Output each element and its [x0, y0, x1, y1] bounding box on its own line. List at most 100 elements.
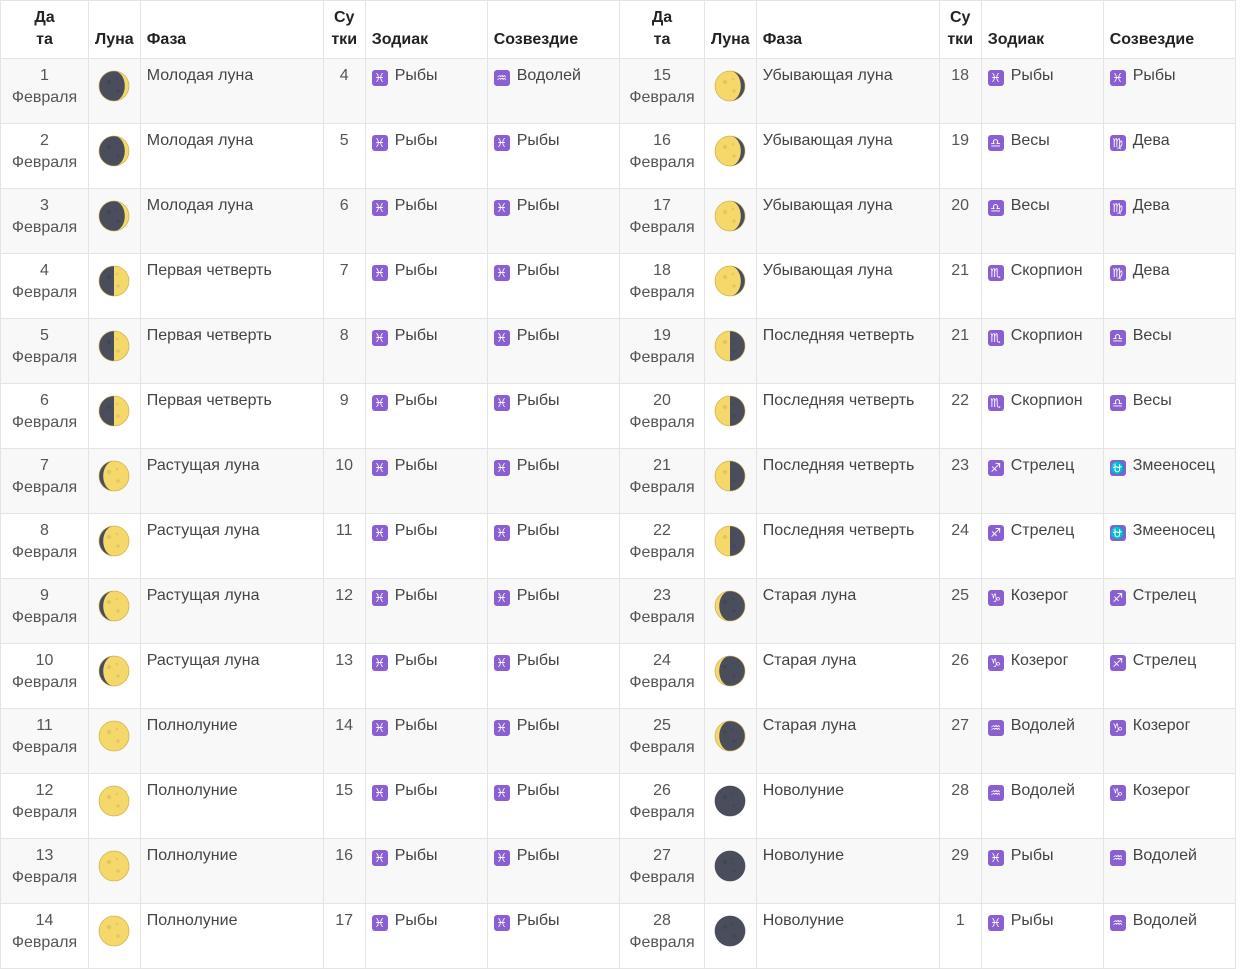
constellation-name: Водолей: [1132, 912, 1197, 929]
lunar-day-header: Су тки: [938, 0, 982, 59]
zodiac-cell: ♒ Водолей: [980, 773, 1104, 839]
date-cell: 28 Февраля: [619, 903, 705, 969]
zodiac-name: Рыбы: [394, 522, 438, 539]
zodiac-cell: ♒ Водолей: [980, 708, 1104, 774]
date-day: 26: [653, 782, 671, 799]
date-cell: 8 Февраля: [0, 513, 89, 579]
zodiac-cell: ♓ Рыбы: [364, 578, 488, 644]
constellation-sign-icon: ♓: [493, 265, 510, 281]
zodiac-name: Стрелец: [1010, 522, 1075, 539]
zodiac-name: Скорпион: [1010, 262, 1083, 279]
date-cell: 25 Февраля: [619, 708, 705, 774]
date-cell: 19 Февраля: [619, 318, 705, 384]
moon-cell: [88, 513, 141, 579]
constellation-sign-icon: ♓: [493, 720, 510, 736]
zodiac-cell: ♓ Рыбы: [364, 383, 488, 449]
constellation-cell: ♓ Рыбы: [486, 123, 620, 189]
phase-cell: Новолуние: [755, 903, 940, 969]
constellation-cell: ♑ Козерог: [1102, 773, 1236, 839]
constellation-name: Козерог: [1132, 717, 1191, 734]
moon-phase-icon: [713, 784, 747, 823]
constellation-name: Дева: [1132, 197, 1170, 214]
zodiac-name: Скорпион: [1010, 392, 1083, 409]
date-cell: 7 Февраля: [0, 448, 89, 514]
date-day: 20: [653, 392, 671, 409]
date-month: Февраля: [629, 154, 695, 171]
zodiac-cell: ♓ Рыбы: [364, 643, 488, 709]
zodiac-sign-icon: ♓: [371, 460, 388, 476]
constellation-sign-icon: ♐: [1109, 590, 1126, 606]
zodiac-sign-icon: ♓: [371, 70, 388, 86]
table-row: 14 Февраля Полнолуние 17 ♓ Рыбы ♓ Рыбы: [0, 903, 620, 969]
moon-phase-icon: [713, 459, 747, 498]
phase-cell: Новолуние: [755, 773, 940, 839]
zodiac-sign-icon: ♓: [987, 915, 1004, 931]
moon-phase-icon: [97, 784, 131, 823]
phase-cell: Последняя четверть: [755, 383, 940, 449]
table-row: 28 Февраля Новолуние 1 ♓ Рыбы ♒ Водолей: [619, 903, 1236, 969]
date-month: Февраля: [629, 89, 695, 106]
zodiac-sign-icon: ♓: [371, 525, 388, 541]
constellation-cell: ♓ Рыбы: [486, 188, 620, 254]
date-day: 21: [653, 457, 671, 474]
phase-cell: Полнолуние: [139, 838, 324, 904]
zodiac-sign-icon: ♓: [987, 70, 1004, 86]
moon-phase-icon: [97, 459, 131, 498]
date-month: Февраля: [629, 674, 695, 691]
constellation-sign-icon: ♓: [493, 460, 510, 476]
moon-cell: [704, 708, 757, 774]
zodiac-sign-icon: ♒: [987, 785, 1004, 801]
date-month: Февраля: [11, 609, 78, 626]
date-month: Февраля: [11, 414, 78, 431]
lunar-day-cell: 12: [322, 578, 366, 644]
date-month: Февраля: [629, 739, 695, 756]
constellation-sign-icon: ♑: [1109, 785, 1126, 801]
constellation-cell: ♓ Рыбы: [486, 708, 620, 774]
date-day: 1: [40, 67, 49, 84]
constellation-sign-icon: ♓: [493, 395, 510, 411]
table-row: 10 Февраля Растущая луна 13 ♓ Рыбы ♓ Рыбы: [0, 643, 620, 709]
table-row: 21 Февраля Последняя четверть 23 ♐ Стреле…: [619, 448, 1236, 514]
moon-phase-icon: [97, 329, 131, 368]
date-cell: 6 Февраля: [0, 383, 89, 449]
moon-cell: [88, 58, 141, 124]
phase-cell: Старая луна: [755, 643, 940, 709]
zodiac-cell: ♓ Рыбы: [364, 58, 488, 124]
phase-cell: Новолуние: [755, 838, 940, 904]
zodiac-sign-icon: ♓: [371, 330, 388, 346]
zodiac-sign-icon: ♓: [371, 135, 388, 151]
date-cell: 17 Февраля: [619, 188, 705, 254]
phase-cell: Последняя четверть: [755, 318, 940, 384]
date-cell: 22 Февраля: [619, 513, 705, 579]
phase-cell: Первая четверть: [139, 318, 324, 384]
table-row: 27 Февраля Новолуние 29 ♓ Рыбы ♒ Водолей: [619, 838, 1236, 904]
moon-cell: [88, 448, 141, 514]
constellation-sign-icon: ♓: [1109, 70, 1126, 86]
constellation-cell: ♐ Стрелец: [1102, 643, 1236, 709]
constellation-cell: ♐ Стрелец: [1102, 578, 1236, 644]
date-day: 8: [40, 522, 49, 539]
date-cell: 5 Февраля: [0, 318, 89, 384]
zodiac-sign-icon: ♓: [371, 785, 388, 801]
zodiac-cell: ♓ Рыбы: [980, 903, 1104, 969]
phase-cell: Молодая луна: [139, 123, 324, 189]
moon-phase-icon: [713, 654, 747, 693]
table-row: 9 Февраля Растущая луна 12 ♓ Рыбы ♓ Рыбы: [0, 578, 620, 644]
constellation-name: Рыбы: [516, 782, 560, 799]
lunar-day-cell: 5: [322, 123, 366, 189]
table-row: 11 Февраля Полнолуние 14 ♓ Рыбы ♓ Рыбы: [0, 708, 620, 774]
table-row: 5 Февраля Первая четверть 8 ♓ Рыбы ♓ Рыбы: [0, 318, 620, 384]
phase-cell: Первая четверть: [139, 253, 324, 319]
constellation-name: Рыбы: [516, 132, 560, 149]
constellation-name: Рыбы: [516, 197, 560, 214]
constellation-sign-icon: ♓: [493, 135, 510, 151]
table-row: 12 Февраля Полнолуние 15 ♓ Рыбы ♓ Рыбы: [0, 773, 620, 839]
phase-header: Фаза: [755, 0, 940, 59]
date-day: 5: [40, 327, 49, 344]
date-month: Февраля: [629, 479, 695, 496]
date-cell: 9 Февраля: [0, 578, 89, 644]
date-month: Февраля: [629, 284, 695, 301]
date-cell: 2 Февраля: [0, 123, 89, 189]
lunar-day-cell: 20: [938, 188, 982, 254]
date-cell: 24 Февраля: [619, 643, 705, 709]
